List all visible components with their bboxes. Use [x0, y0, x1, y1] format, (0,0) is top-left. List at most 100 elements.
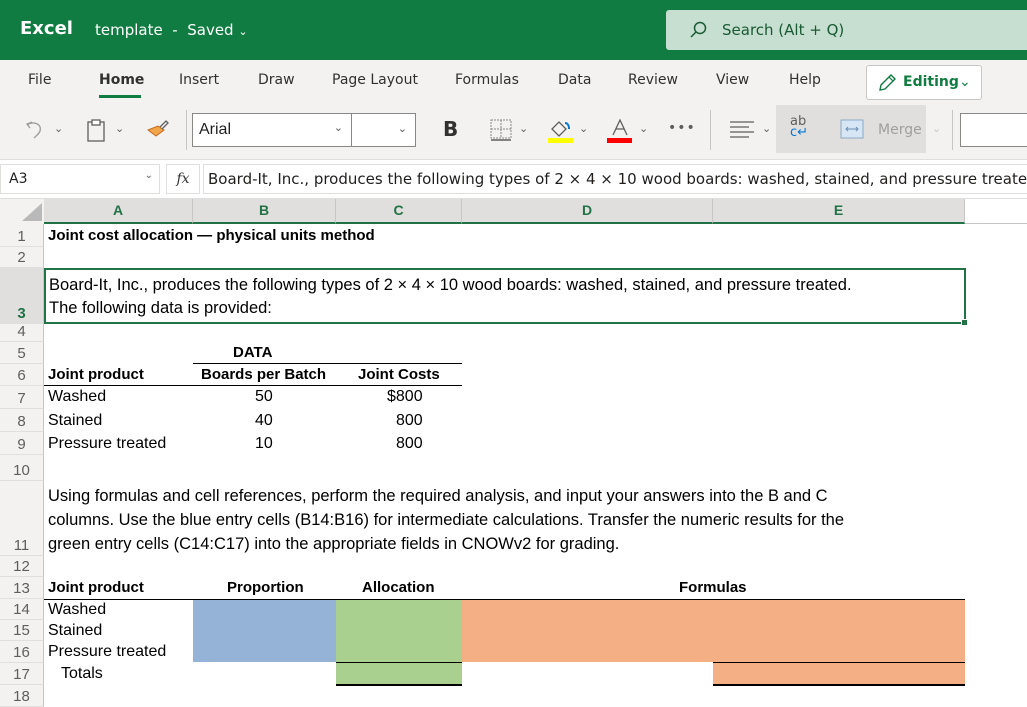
- answer-header-allocation[interactable]: Allocation: [362, 579, 435, 596]
- tab-formulas[interactable]: Formulas: [455, 72, 519, 88]
- row-header-3[interactable]: 3: [0, 268, 44, 324]
- data-row-washed-cost[interactable]: $800: [387, 388, 423, 406]
- row-header-13[interactable]: 13: [0, 577, 44, 599]
- align-icon[interactable]: [729, 119, 755, 141]
- font-color-dropdown-chevron-icon[interactable]: ⌄: [639, 122, 648, 135]
- row-header-5[interactable]: 5: [0, 342, 44, 364]
- row-header-1[interactable]: 1: [0, 224, 44, 247]
- borders-icon[interactable]: [489, 118, 513, 142]
- row-header-8[interactable]: 8: [0, 409, 44, 432]
- tab-review[interactable]: Review: [628, 72, 678, 88]
- answer-totals-label[interactable]: Totals: [61, 665, 103, 683]
- more-options-button[interactable]: •••: [668, 120, 696, 136]
- row-header-2[interactable]: 2: [0, 247, 44, 268]
- data-row-pressure-product[interactable]: Pressure treated: [48, 435, 166, 453]
- pencil-icon: [879, 74, 896, 91]
- undo-icon[interactable]: [24, 118, 48, 142]
- tab-data[interactable]: Data: [558, 72, 591, 88]
- editing-mode-button[interactable]: Editing ⌄: [866, 65, 982, 100]
- fx-icon: fx: [176, 171, 190, 187]
- align-dropdown-chevron-icon[interactable]: ⌄: [762, 122, 771, 135]
- allocation-total-entry-cell-c17[interactable]: [336, 663, 462, 684]
- format-painter-icon[interactable]: [146, 118, 170, 142]
- document-title[interactable]: template - Saved ⌄: [95, 21, 248, 39]
- chevron-down-icon: ⌄: [333, 121, 343, 134]
- column-header-d[interactable]: D: [462, 199, 713, 224]
- tab-file[interactable]: File: [28, 72, 51, 88]
- tab-page-layout[interactable]: Page Layout: [332, 72, 418, 88]
- row-header-9[interactable]: 9: [0, 432, 44, 455]
- row-header-15[interactable]: 15: [0, 620, 44, 641]
- instructions-line-1[interactable]: Using formulas and cell references, perf…: [48, 487, 828, 506]
- data-row-washed-product[interactable]: Washed: [48, 388, 106, 406]
- data-row-stained-product[interactable]: Stained: [48, 412, 102, 430]
- row-header-17[interactable]: 17: [0, 663, 44, 685]
- row-header-12[interactable]: 12: [0, 556, 44, 577]
- select-all-button[interactable]: [0, 199, 44, 224]
- column-header-a[interactable]: A: [44, 199, 193, 224]
- data-header-product[interactable]: Joint product: [48, 366, 144, 383]
- instructions-line-3[interactable]: green entry cells (C14:C17) into the app…: [48, 535, 619, 554]
- name-box[interactable]: A3 ⌄: [0, 164, 160, 194]
- paste-icon[interactable]: [86, 118, 108, 144]
- data-header-boards[interactable]: Boards per Batch: [201, 366, 326, 383]
- font-color-icon[interactable]: [607, 117, 633, 143]
- fill-color-dropdown-chevron-icon[interactable]: ⌄: [579, 122, 588, 135]
- answer-header-formulas[interactable]: Formulas: [679, 579, 747, 596]
- column-header-c[interactable]: C: [336, 199, 462, 224]
- sheet-title-cell[interactable]: Joint cost allocation — physical units m…: [48, 227, 375, 244]
- tab-view[interactable]: View: [716, 72, 749, 88]
- row-header-7[interactable]: 7: [0, 386, 44, 409]
- answer-row-stained[interactable]: Stained: [48, 622, 102, 640]
- answer-row-pressure-treated[interactable]: Pressure treated: [48, 643, 166, 661]
- merge-dropdown-chevron-icon[interactable]: ⌄: [932, 122, 941, 135]
- formula-input[interactable]: Board-It, Inc., produces the following t…: [203, 164, 1027, 194]
- fill-handle[interactable]: [961, 319, 968, 326]
- bold-button[interactable]: B: [443, 117, 458, 141]
- allocation-entry-cells-c14-c16[interactable]: [336, 600, 462, 662]
- column-header-b[interactable]: B: [193, 199, 336, 224]
- answer-row-washed[interactable]: Washed: [48, 601, 106, 619]
- select-all-triangle-icon: [22, 203, 42, 221]
- data-row-pressure-cost[interactable]: 800: [396, 435, 423, 453]
- data-heading[interactable]: DATA: [233, 344, 272, 361]
- formulas-cells-d14-e16[interactable]: [462, 600, 965, 662]
- data-header-costs[interactable]: Joint Costs: [358, 366, 440, 383]
- editing-label: Editing: [903, 74, 959, 90]
- data-row-stained-boards[interactable]: 40: [255, 412, 273, 430]
- merge-button[interactable]: Merge: [878, 122, 922, 138]
- row-header-14[interactable]: 14: [0, 599, 44, 620]
- proportion-entry-cells-b14-b16[interactable]: [193, 600, 336, 662]
- data-row-pressure-boards[interactable]: 10: [255, 435, 273, 453]
- selected-cell-border: [44, 268, 966, 324]
- answer-header-proportion[interactable]: Proportion: [227, 579, 304, 596]
- tab-insert[interactable]: Insert: [179, 72, 219, 88]
- tab-help[interactable]: Help: [789, 72, 821, 88]
- spreadsheet-grid[interactable]: A B C D E 1 2 3 4 5 6 7 8 9 10 11 12 13 …: [0, 199, 1027, 707]
- search-box[interactable]: Search (Alt + Q): [666, 10, 1027, 50]
- row-header-18[interactable]: 18: [0, 685, 44, 707]
- row-header-11[interactable]: 11: [0, 481, 44, 556]
- undo-dropdown-chevron-icon[interactable]: ⌄: [54, 122, 63, 135]
- tab-draw[interactable]: Draw: [258, 72, 295, 88]
- row-header-16[interactable]: 16: [0, 641, 44, 663]
- column-header-e[interactable]: E: [713, 199, 965, 224]
- insert-function-button[interactable]: fx: [166, 164, 200, 194]
- tab-home[interactable]: Home: [99, 72, 144, 88]
- row-header-10[interactable]: 10: [0, 455, 44, 481]
- font-name-select[interactable]: Arial ⌄: [192, 113, 352, 147]
- row-header-6[interactable]: 6: [0, 364, 44, 386]
- row-header-4[interactable]: 4: [0, 323, 44, 342]
- paste-dropdown-chevron-icon[interactable]: ⌄: [115, 122, 124, 135]
- data-row-washed-boards[interactable]: 50: [255, 388, 273, 406]
- font-size-select[interactable]: ⌄: [351, 113, 416, 147]
- wrap-text-icon[interactable]: ab c↵: [790, 115, 808, 139]
- number-format-select[interactable]: [960, 113, 1027, 147]
- formulas-total-cell-e17[interactable]: [713, 663, 965, 684]
- fill-color-icon[interactable]: [548, 117, 574, 143]
- instructions-line-2[interactable]: columns. Use the blue entry cells (B14:B…: [48, 511, 844, 530]
- answer-header-product[interactable]: Joint product: [48, 579, 144, 596]
- data-row-stained-cost[interactable]: 800: [396, 412, 423, 430]
- search-icon: [690, 21, 707, 38]
- borders-dropdown-chevron-icon[interactable]: ⌄: [519, 122, 528, 135]
